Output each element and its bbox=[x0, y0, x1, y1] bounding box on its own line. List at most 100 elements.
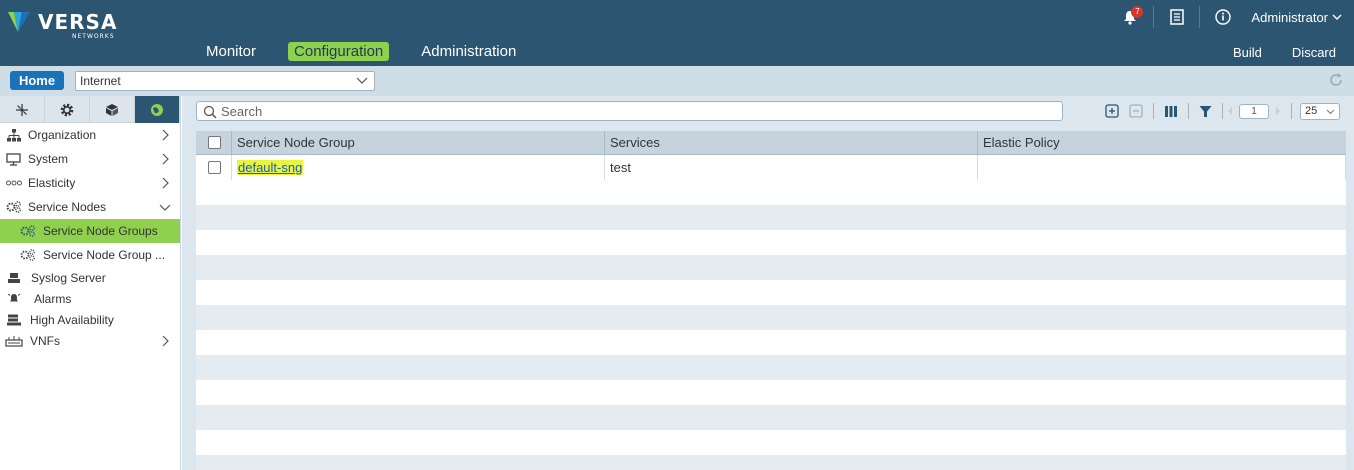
gears-icon bbox=[4, 201, 24, 213]
main-content: 1 25 Service Node Group Services Elastic… bbox=[182, 96, 1354, 470]
sidebar-item-label: VNFs bbox=[30, 333, 60, 348]
nav-administration[interactable]: Administration bbox=[415, 42, 522, 61]
sidebar-item-label: System bbox=[28, 152, 69, 166]
user-menu[interactable]: Administrator bbox=[1251, 10, 1342, 25]
empty-row bbox=[196, 205, 1346, 230]
grid-toolbar: 1 25 bbox=[1095, 100, 1340, 122]
header-actions: Build Discard bbox=[1203, 45, 1336, 60]
column-header-elastic-policy[interactable]: Elastic Policy bbox=[978, 131, 1346, 155]
filter-button[interactable] bbox=[1199, 105, 1212, 118]
row-select-cell bbox=[196, 155, 232, 180]
sidebar-item-elasticity[interactable]: Elasticity bbox=[0, 171, 180, 195]
header-select-cell bbox=[196, 131, 232, 155]
empty-row bbox=[196, 305, 1346, 330]
select-all-checkbox[interactable] bbox=[208, 136, 221, 149]
network-appliance-icon bbox=[4, 335, 24, 347]
refresh-button[interactable] bbox=[1328, 72, 1344, 91]
alarm-icon bbox=[4, 292, 24, 305]
empty-row bbox=[196, 405, 1346, 430]
brand-name: VERSA bbox=[38, 10, 118, 34]
chevron-left-icon bbox=[1228, 107, 1232, 115]
sidebar-item-label: Service Node Group ... bbox=[43, 248, 166, 262]
sidebar-item-service-node-groups[interactable]: Service Node Groups bbox=[0, 219, 180, 243]
tab-topology[interactable] bbox=[0, 96, 45, 123]
sidebar-item-service-nodes[interactable]: Service Nodes bbox=[0, 195, 180, 219]
chevron-down-icon bbox=[1332, 14, 1342, 20]
refresh-icon bbox=[1330, 73, 1342, 86]
nav-configuration[interactable]: Configuration bbox=[288, 42, 390, 61]
toolbar-divider bbox=[1291, 103, 1292, 119]
remove-icon bbox=[1129, 104, 1143, 118]
chevron-down-icon bbox=[1326, 109, 1335, 114]
columns-button[interactable] bbox=[1164, 105, 1178, 118]
nav-monitor[interactable]: Monitor bbox=[200, 42, 262, 61]
empty-row bbox=[196, 455, 1346, 470]
sidebar-item-label: Syslog Server bbox=[31, 270, 106, 285]
row-checkbox[interactable] bbox=[208, 161, 221, 174]
chevron-right-icon bbox=[162, 153, 169, 165]
chevron-right-icon bbox=[162, 335, 169, 347]
page-size-select[interactable]: 25 bbox=[1300, 102, 1340, 120]
cell-service-node-group: default-sng bbox=[232, 155, 605, 180]
notifications-button[interactable]: 7 bbox=[1117, 6, 1144, 28]
discard-button[interactable]: Discard bbox=[1292, 45, 1336, 60]
versa-logo[interactable]: VERSA NETWORKS bbox=[6, 8, 118, 40]
chevron-down-icon bbox=[159, 204, 171, 211]
sidebar-item-organization[interactable]: Organization bbox=[0, 123, 180, 147]
column-header-services[interactable]: Services bbox=[605, 131, 978, 155]
sidebar-item-service-node-group-other[interactable]: Service Node Group ... bbox=[0, 243, 180, 267]
versa-logo-icon bbox=[8, 12, 30, 32]
sidebar-item-label: High Availability bbox=[30, 312, 114, 327]
search-input[interactable] bbox=[221, 103, 1041, 119]
network-icon bbox=[16, 103, 28, 116]
info-button[interactable] bbox=[1199, 6, 1235, 28]
cube-icon bbox=[106, 103, 118, 116]
sidebar-item-label: Service Nodes bbox=[28, 200, 107, 214]
toolbar-divider bbox=[1188, 103, 1189, 119]
sidebar-item-label: Service Node Groups bbox=[43, 224, 158, 238]
delete-button[interactable] bbox=[1129, 104, 1143, 118]
page-number-input[interactable]: 1 bbox=[1239, 103, 1269, 119]
sidebar-item-label: Alarms bbox=[34, 291, 72, 306]
filter-icon bbox=[1199, 105, 1212, 117]
organization-select[interactable]: Internet bbox=[75, 71, 375, 91]
sidebar-item-label: Organization bbox=[28, 128, 97, 142]
table-row[interactable]: default-sng test bbox=[196, 155, 1346, 180]
next-page-button[interactable] bbox=[1275, 106, 1281, 116]
tab-settings[interactable] bbox=[45, 96, 90, 123]
document-list-icon bbox=[1170, 9, 1184, 25]
sidebar-item-system[interactable]: System bbox=[0, 147, 180, 171]
top-header: VERSA NETWORKS 7 Administrator Monitor C… bbox=[0, 0, 1354, 66]
columns-icon bbox=[1165, 105, 1177, 117]
left-sidebar: Organization System Elasticity Service N… bbox=[0, 96, 181, 470]
page-size-value: 25 bbox=[1305, 104, 1318, 117]
service-node-group-link[interactable]: default-sng bbox=[237, 160, 304, 175]
toolbar-divider bbox=[1153, 103, 1154, 119]
stack-servers-icon bbox=[4, 314, 24, 326]
empty-row bbox=[196, 255, 1346, 280]
add-icon bbox=[1105, 104, 1119, 118]
column-header-service-node-group[interactable]: Service Node Group bbox=[232, 131, 605, 155]
tab-service-nodes[interactable] bbox=[135, 96, 180, 123]
sidebar-tabs bbox=[0, 96, 180, 123]
home-button[interactable]: Home bbox=[10, 71, 64, 90]
organization-value: Internet bbox=[80, 74, 121, 88]
add-button[interactable] bbox=[1105, 104, 1119, 118]
prev-page-button[interactable] bbox=[1227, 106, 1233, 116]
sidebar-item-high-availability[interactable]: High Availability bbox=[0, 309, 180, 330]
tab-objects[interactable] bbox=[90, 96, 135, 123]
sidebar-item-vnfs[interactable]: VNFs bbox=[0, 330, 180, 351]
gear-icon bbox=[60, 103, 74, 116]
sidebar-item-alarms[interactable]: Alarms bbox=[0, 288, 180, 309]
empty-row bbox=[196, 355, 1346, 380]
cell-services: test bbox=[605, 155, 978, 180]
cell-elastic-policy bbox=[978, 155, 1346, 180]
sidebar-item-syslog-server[interactable]: Syslog Server bbox=[0, 267, 180, 288]
tasks-button[interactable] bbox=[1153, 6, 1189, 28]
chevron-right-icon bbox=[162, 129, 169, 141]
context-bar: Home Internet bbox=[0, 66, 1354, 96]
server-icon bbox=[4, 272, 24, 283]
search-box[interactable] bbox=[196, 101, 1063, 121]
chevron-down-icon bbox=[356, 77, 368, 84]
build-button[interactable]: Build bbox=[1233, 45, 1262, 60]
